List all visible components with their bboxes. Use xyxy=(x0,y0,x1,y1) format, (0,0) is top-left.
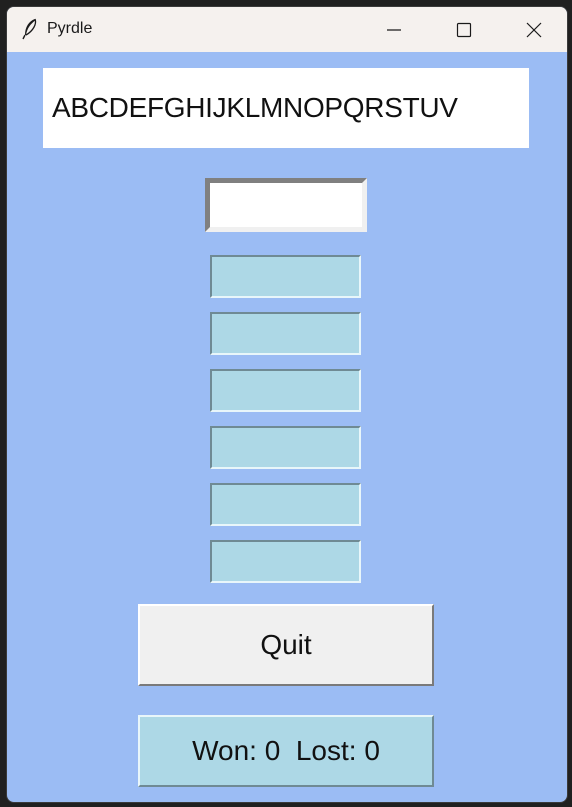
quit-button[interactable]: Quit xyxy=(138,604,434,686)
maximize-button[interactable] xyxy=(429,7,499,52)
guess-row-5 xyxy=(210,483,361,526)
guess-row-2 xyxy=(210,312,361,355)
title-bar[interactable]: Pyrdle xyxy=(7,7,567,52)
close-button[interactable] xyxy=(499,7,567,52)
guess-row-3 xyxy=(210,369,361,412)
guess-entry-frame xyxy=(205,178,367,232)
app-window: Pyrdle ABCDEFGHIJKLMNOPQRSTUV Quit Won: … xyxy=(6,6,568,803)
window-title: Pyrdle xyxy=(47,20,93,37)
guess-row-4 xyxy=(210,426,361,469)
guess-row-1 xyxy=(210,255,361,298)
maximize-icon xyxy=(456,22,472,37)
minimize-button[interactable] xyxy=(359,7,429,52)
guess-input[interactable] xyxy=(210,183,362,227)
feather-icon xyxy=(22,18,37,40)
score-label: Won: 0 Lost: 0 xyxy=(138,715,434,787)
minimize-icon xyxy=(387,28,401,31)
guess-row-6 xyxy=(210,540,361,583)
close-icon xyxy=(526,22,542,37)
available-letters-label: ABCDEFGHIJKLMNOPQRSTUV xyxy=(43,68,529,148)
